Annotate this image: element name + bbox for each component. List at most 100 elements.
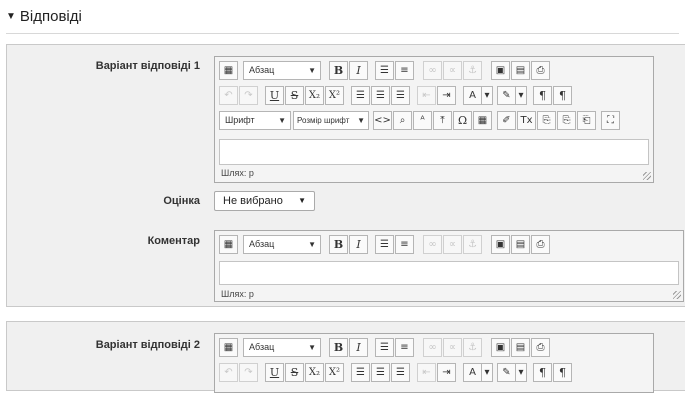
- find-replace-icon[interactable]: ⌕: [393, 111, 412, 130]
- align-left-icon[interactable]: ☰: [351, 86, 370, 105]
- subscript-button[interactable]: X₂: [305, 363, 324, 382]
- font-family-value: Шрифт: [225, 115, 255, 125]
- bold-button[interactable]: B: [329, 61, 348, 80]
- anchor-icon[interactable]: ⚓: [463, 61, 482, 80]
- redo-icon[interactable]: ↷: [239, 86, 258, 105]
- toolbar-toggle-icon[interactable]: ▦: [219, 235, 238, 254]
- bullet-list-icon[interactable]: ☰: [375, 235, 394, 254]
- chevron-down-icon: ▼: [357, 116, 365, 125]
- redo-icon[interactable]: ↷: [239, 363, 258, 382]
- answer-2-format-select[interactable]: Абзац ▼: [243, 338, 321, 357]
- collapse-caret-icon[interactable]: ▼: [6, 11, 16, 22]
- text-color-icon[interactable]: A: [463, 86, 482, 105]
- media-icon[interactable]: ▤: [511, 235, 530, 254]
- align-left-icon[interactable]: ☰: [351, 363, 370, 382]
- table-icon[interactable]: ▦: [473, 111, 492, 130]
- outdent-icon[interactable]: ⇤: [417, 86, 436, 105]
- strikethrough-button[interactable]: S: [285, 86, 304, 105]
- file-icon[interactable]: ⎙: [531, 61, 550, 80]
- bullet-list-icon[interactable]: ☰: [375, 61, 394, 80]
- align-center-icon[interactable]: ☰: [371, 363, 390, 382]
- grade-select[interactable]: Не вибрано ▼: [214, 191, 315, 211]
- superscript-button[interactable]: X²: [325, 363, 344, 382]
- comment-text-area[interactable]: [219, 261, 679, 285]
- anchor-icon[interactable]: ⚓: [463, 338, 482, 357]
- clear-formatting-icon[interactable]: Tx: [517, 111, 536, 130]
- highlight-color-icon[interactable]: ✎: [497, 86, 516, 105]
- file-icon[interactable]: ⎙: [531, 235, 550, 254]
- answer-1-text-area[interactable]: [219, 139, 649, 165]
- rtl-button[interactable]: ¶: [553, 363, 572, 382]
- spellcheck-icon[interactable]: ᴬ: [413, 111, 432, 130]
- align-center-icon[interactable]: ☰: [371, 86, 390, 105]
- superscript-button[interactable]: X²: [325, 86, 344, 105]
- ltr-button[interactable]: ¶: [533, 363, 552, 382]
- resize-grip-icon[interactable]: [643, 172, 651, 180]
- comment-path: Шлях: р: [221, 289, 254, 299]
- toolbar-toggle-icon[interactable]: ▦: [219, 338, 238, 357]
- italic-button[interactable]: I: [349, 235, 368, 254]
- image-icon[interactable]: ▣: [491, 338, 510, 357]
- section-header[interactable]: ▼ Відповіді: [6, 8, 82, 25]
- chevron-down-icon: ▼: [308, 343, 316, 352]
- anchor-icon[interactable]: ⚓: [463, 235, 482, 254]
- chevron-down-icon: ▼: [298, 196, 306, 205]
- indent-icon[interactable]: ⇥: [437, 86, 456, 105]
- upload-icon[interactable]: ⤒: [433, 111, 452, 130]
- highlight-color-icon[interactable]: ✎: [497, 363, 516, 382]
- strikethrough-button[interactable]: S: [285, 363, 304, 382]
- fullscreen-icon[interactable]: ⛶: [601, 111, 620, 130]
- format-select[interactable]: Абзац ▼: [243, 61, 321, 80]
- cleanup-icon[interactable]: ✐: [497, 111, 516, 130]
- unlink-icon[interactable]: ∝: [443, 235, 462, 254]
- font-family-select[interactable]: Шрифт ▼: [219, 111, 291, 130]
- paste-text-icon[interactable]: ⎘: [537, 111, 556, 130]
- paste-word-icon[interactable]: ⎘: [557, 111, 576, 130]
- toolbar-toggle-icon[interactable]: ▦: [219, 61, 238, 80]
- link-icon[interactable]: ∞: [423, 61, 442, 80]
- grade-label: Оцінка: [163, 195, 200, 207]
- align-right-icon[interactable]: ☰: [391, 86, 410, 105]
- link-icon[interactable]: ∞: [423, 338, 442, 357]
- subscript-button[interactable]: X₂: [305, 86, 324, 105]
- undo-icon[interactable]: ↶: [219, 86, 238, 105]
- font-size-select[interactable]: Розмір шрифт ▼: [293, 111, 369, 130]
- comment-format-select[interactable]: Абзац ▼: [243, 235, 321, 254]
- bullet-list-icon[interactable]: ☰: [375, 338, 394, 357]
- highlight-dropdown-icon[interactable]: ▾: [515, 86, 527, 105]
- numbered-list-icon[interactable]: ≡: [395, 61, 414, 80]
- image-icon[interactable]: ▣: [491, 235, 510, 254]
- italic-button[interactable]: I: [349, 338, 368, 357]
- ltr-button[interactable]: ¶: [533, 86, 552, 105]
- align-right-icon[interactable]: ☰: [391, 363, 410, 382]
- highlight-dropdown-icon[interactable]: ▾: [515, 363, 527, 382]
- media-icon[interactable]: ▤: [511, 61, 530, 80]
- unlink-icon[interactable]: ∝: [443, 338, 462, 357]
- special-char-button[interactable]: Ω: [453, 111, 472, 130]
- underline-button[interactable]: U: [265, 363, 284, 382]
- text-color-icon[interactable]: A: [463, 363, 482, 382]
- italic-button[interactable]: I: [349, 61, 368, 80]
- media-icon[interactable]: ▤: [511, 338, 530, 357]
- paste-icon[interactable]: ⎗: [577, 111, 596, 130]
- link-icon[interactable]: ∞: [423, 235, 442, 254]
- numbered-list-icon[interactable]: ≡: [395, 235, 414, 254]
- indent-icon[interactable]: ⇥: [437, 363, 456, 382]
- bold-button[interactable]: B: [329, 338, 348, 357]
- code-button[interactable]: <>: [373, 111, 392, 130]
- undo-icon[interactable]: ↶: [219, 363, 238, 382]
- underline-button[interactable]: U: [265, 86, 284, 105]
- resize-grip-icon[interactable]: [673, 291, 681, 299]
- text-color-dropdown-icon[interactable]: ▾: [481, 86, 493, 105]
- bold-button[interactable]: B: [329, 235, 348, 254]
- outdent-icon[interactable]: ⇤: [417, 363, 436, 382]
- numbered-list-icon[interactable]: ≡: [395, 338, 414, 357]
- answer-2-editor: ▦ Абзац ▼ B I ☰ ≡ ∞ ∝ ⚓ ▣ ▤ ⎙ ↶ ↷ U S X₂ …: [214, 333, 654, 393]
- image-icon[interactable]: ▣: [491, 61, 510, 80]
- text-color-dropdown-icon[interactable]: ▾: [481, 363, 493, 382]
- unlink-icon[interactable]: ∝: [443, 61, 462, 80]
- chevron-down-icon: ▼: [308, 66, 316, 75]
- answer-2-label: Варіант відповіді 2: [95, 339, 200, 351]
- file-icon[interactable]: ⎙: [531, 338, 550, 357]
- rtl-button[interactable]: ¶: [553, 86, 572, 105]
